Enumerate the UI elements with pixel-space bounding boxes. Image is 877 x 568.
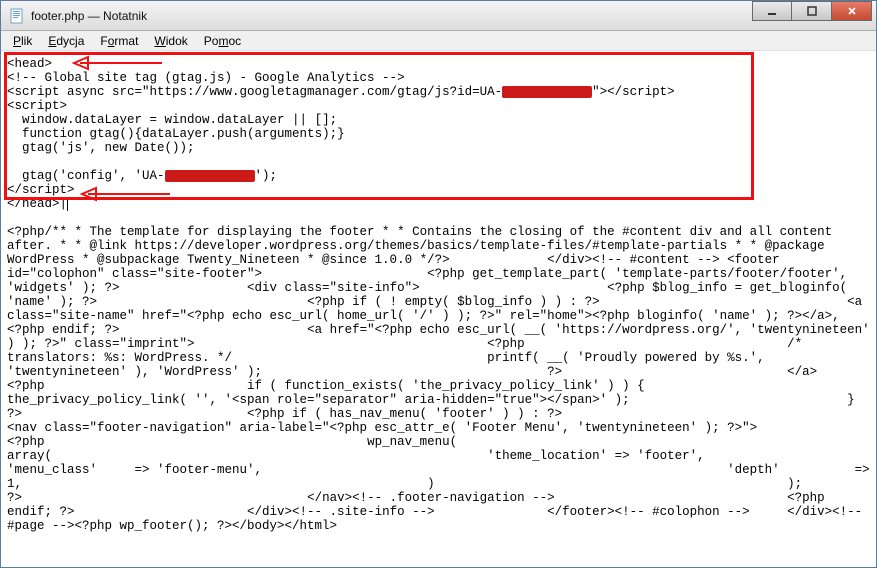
close-icon — [847, 6, 857, 16]
menu-edycja[interactable]: Edycja — [40, 32, 92, 50]
menu-plik[interactable]: Plik — [5, 32, 40, 50]
text-editor-area[interactable]: <head> <!-- Global site tag (gtag.js) - … — [1, 51, 876, 567]
menu-widok[interactable]: Widok — [146, 32, 195, 50]
maximize-button[interactable] — [792, 1, 832, 21]
notepad-icon — [9, 8, 25, 24]
minimize-button[interactable] — [752, 1, 792, 21]
menu-pomoc[interactable]: Pomoc — [196, 32, 249, 50]
title-bar[interactable]: footer.php — Notatnik — [1, 1, 876, 31]
window-buttons — [752, 1, 872, 21]
close-button[interactable] — [832, 1, 872, 21]
minimize-icon — [767, 6, 777, 16]
menu-format[interactable]: Format — [92, 32, 146, 50]
maximize-icon — [807, 6, 817, 16]
notepad-window: footer.php — Notatnik PlikEdycjaFormatWi… — [0, 0, 877, 568]
window-title: footer.php — Notatnik — [31, 9, 752, 23]
menu-bar: PlikEdycjaFormatWidokPomoc — [1, 31, 876, 51]
